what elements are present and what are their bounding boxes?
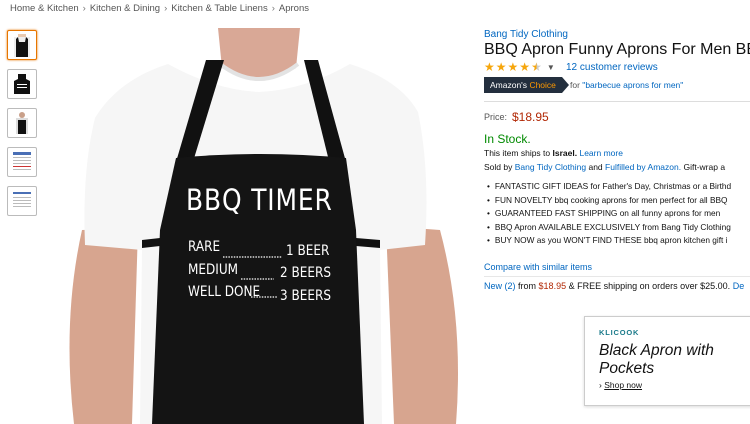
ships-pre-text: This item ships to (484, 148, 551, 158)
price-label: Price: (484, 112, 508, 122)
seller-link[interactable]: Bang Tidy Clothing (515, 162, 586, 172)
stock-status: In Stock. (484, 132, 531, 146)
choice-for-text: for (570, 80, 580, 90)
chevron-right-icon: › (599, 380, 602, 390)
thumbnail-man-wearing-apron[interactable] (7, 108, 37, 138)
shipping-info: This item ships to Israel. Learn more (484, 148, 623, 158)
thumbnail-apron-front[interactable] (7, 30, 37, 60)
badge-notch (561, 77, 569, 93)
star-icon: ★ (484, 60, 495, 74)
apron-print-3-beers: 3 BEERS (280, 288, 331, 304)
ad-brand: KLICOOK (599, 328, 640, 337)
apron-print-1-beer: 1 BEER (286, 243, 330, 259)
star-rating[interactable]: ★ ★ ★ ★ ★ ▼ (484, 60, 555, 74)
thumbnail-size-chart[interactable] (7, 147, 37, 177)
shop-now-link[interactable]: › Shop now (599, 380, 642, 390)
star-icon: ★ (507, 60, 519, 74)
feature-bullet: BUY NOW as you WON'T FIND THESE bbq apro… (487, 235, 731, 249)
star-icon: ★ (519, 60, 531, 74)
feature-bullet: FUN NOVELTY bbq cooking aprons for men p… (487, 195, 731, 209)
amazons-choice-label-a: Amazon's (490, 80, 528, 90)
learn-more-link[interactable]: Learn more (579, 148, 622, 158)
divider (484, 101, 750, 102)
ships-country: Israel. (552, 148, 578, 158)
sold-by-info: Sold by Bang Tidy Clothing and Fulfilled… (484, 162, 725, 172)
size-chart-2-thumb-icon (13, 192, 31, 207)
man-wearing-apron-thumb-icon (16, 112, 28, 134)
brand-link[interactable]: Bang Tidy Clothing (484, 29, 568, 40)
apron-front-thumb-icon (14, 34, 30, 57)
main-product-image[interactable]: BBQ TIMER RARE 1 BEER MEDIUM 2 BEERS WEL… (62, 28, 462, 424)
new-offers: New (2) from $18.95 & FREE shipping on o… (484, 281, 744, 291)
breadcrumb-kitchen-dining[interactable]: Kitchen & Dining (90, 3, 160, 14)
details-link[interactable]: De (733, 281, 745, 291)
star-icon: ★ (495, 60, 507, 74)
breadcrumb-separator: › (82, 3, 86, 14)
gift-wrap-text: Gift-wrap a (683, 162, 726, 172)
breadcrumb-separator: › (164, 3, 168, 14)
sold-and-text: and (588, 162, 603, 172)
feature-bullet: FANTASTIC GIFT IDEAS for Father's Day, C… (487, 181, 731, 195)
compare-similar-items-link[interactable]: Compare with similar items (484, 262, 592, 272)
apron-print-well-done: WELL DONE (188, 284, 261, 300)
breadcrumb-separator: › (271, 3, 275, 14)
chevron-down-icon[interactable]: ▼ (547, 63, 555, 72)
shop-now-label: Shop now (604, 380, 643, 390)
breadcrumb-aprons[interactable]: Aprons (279, 3, 309, 14)
man-in-black-apron-illustration (69, 28, 458, 424)
fulfilled-by-amazon-link[interactable]: Fulfilled by Amazon. (605, 162, 681, 172)
breadcrumb: Home & Kitchen › Kitchen & Dining › Kitchen … (10, 3, 309, 14)
new-from-text: from (518, 281, 537, 291)
thumbnail-strip (7, 30, 37, 225)
choice-query-link[interactable]: "barbecue aprons for men" (582, 80, 683, 90)
feature-bullet: GUARANTEED FAST SHIPPING on all funny ap… (487, 208, 731, 222)
price-value: $18.95 (512, 110, 549, 124)
feature-bullets: FANTASTIC GIFT IDEAS for Father's Day, C… (487, 181, 731, 249)
thumbnail-apron-flat[interactable] (7, 69, 37, 99)
thumbnail-size-chart-2[interactable] (7, 186, 37, 216)
apron-print-rare: RARE (188, 239, 221, 255)
new-offers-link[interactable]: New (2) (484, 281, 516, 291)
apron-flat-thumb-icon (14, 74, 30, 94)
size-chart-thumb-icon (13, 152, 31, 170)
free-shipping-text: & FREE shipping on orders over $25.00. (568, 281, 731, 291)
new-offers-price: $18.95 (538, 281, 567, 291)
sponsored-ad-card[interactable]: KLICOOK Black Apron with Pockets › Shop … (584, 316, 750, 406)
product-title: BBQ Apron Funny Aprons For Men BBQ T (484, 41, 750, 58)
customer-reviews-link[interactable]: 12 customer reviews (566, 62, 658, 73)
choice-query: for "barbecue aprons for men" (570, 80, 683, 90)
stars: ★ ★ ★ ★ ★ (484, 61, 543, 73)
amazons-choice-label-b: Choice (529, 80, 556, 90)
breadcrumb-home-kitchen[interactable]: Home & Kitchen (10, 3, 79, 14)
divider (484, 276, 750, 277)
apron-print-medium: MEDIUM (188, 262, 239, 278)
feature-bullet: BBQ Apron AVAILABLE EXCLUSIVELY from Ban… (487, 222, 731, 236)
apron-print-2-beers: 2 BEERS (280, 265, 331, 281)
half-star-icon: ★ (531, 60, 542, 74)
ad-title: Black Apron with Pockets (599, 342, 714, 377)
apron-print-title: BBQ TIMER (186, 183, 333, 217)
amazons-choice-label: Amazon's Choice (484, 77, 562, 93)
amazons-choice-badge: Amazon's Choice (484, 77, 569, 93)
breadcrumb-kitchen-table-linens[interactable]: Kitchen & Table Linens (171, 3, 267, 14)
sold-pre-text: Sold by (484, 162, 513, 172)
